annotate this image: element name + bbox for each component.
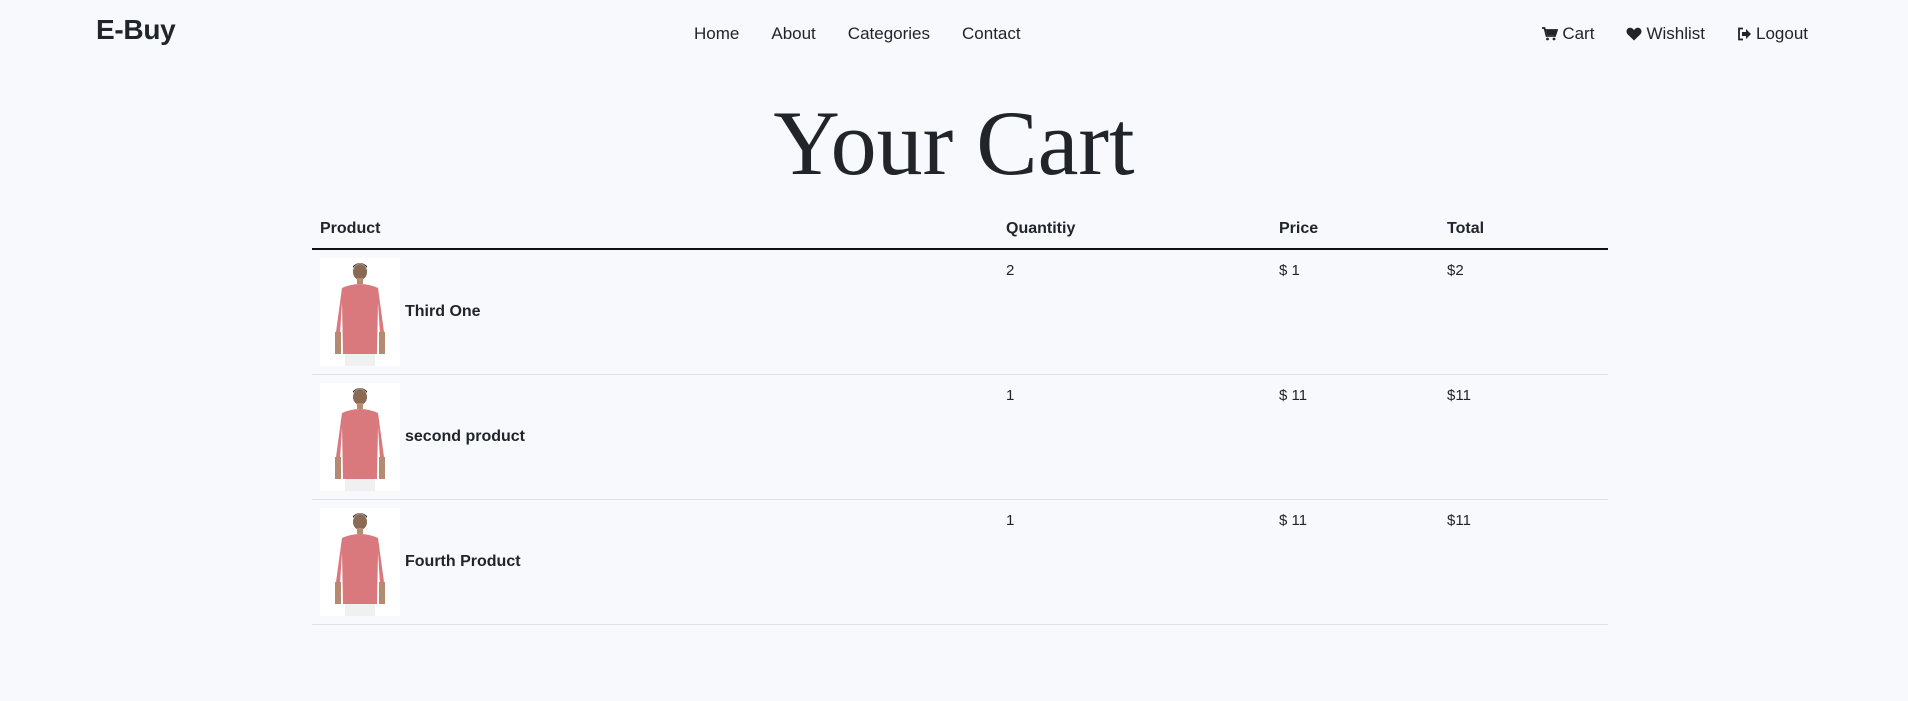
product-name: Third One (405, 303, 481, 320)
logout-label: Logout (1756, 24, 1808, 43)
logout-icon (1738, 27, 1751, 41)
product-image[interactable] (320, 258, 400, 366)
product-name: second product (405, 428, 526, 445)
navbar: E-Buy Home About Categories Contact Cart… (0, 0, 1908, 68)
table-row: second product 1 $ 11 $11 (312, 374, 1608, 500)
table-header-row: Product Quantitiy Price Total (312, 210, 1608, 250)
logout-link[interactable]: Logout (1737, 24, 1808, 44)
cart-link[interactable]: Cart (1542, 24, 1594, 44)
table-row: Fourth Product 1 $ 11 $11 (312, 499, 1608, 625)
wishlist-label: Wishlist (1646, 24, 1705, 43)
total-header: Total (1439, 210, 1608, 250)
nav-actions: Cart Wishlist Logout (1510, 24, 1808, 44)
quantity-cell: 1 (998, 499, 1271, 625)
quantity-header: Quantitiy (998, 210, 1271, 250)
product-name: Fourth Product (405, 553, 521, 570)
cart-icon (1542, 27, 1559, 41)
product-image[interactable] (320, 508, 400, 616)
product-image[interactable] (320, 383, 400, 491)
price-cell: $ 11 (1271, 499, 1439, 625)
cart-table: Product Quantitiy Price Total Third One … (312, 210, 1608, 625)
nav-menu: Home About Categories Contact (694, 24, 1053, 44)
product-cell: Third One (312, 249, 998, 375)
total-cell: $2 (1439, 249, 1608, 375)
quantity-cell: 2 (998, 249, 1271, 375)
page-title: Your Cart (773, 92, 1135, 194)
nav-categories-link[interactable]: Categories (848, 24, 930, 44)
nav-contact-link[interactable]: Contact (962, 24, 1021, 44)
total-cell: $11 (1439, 374, 1608, 500)
nav-about-link[interactable]: About (771, 24, 815, 44)
cart-label: Cart (1562, 24, 1595, 43)
table-row: Third One 2 $ 1 $2 (312, 249, 1608, 375)
wishlist-link[interactable]: Wishlist (1626, 24, 1705, 44)
brand-logo[interactable]: E-Buy (96, 14, 176, 46)
product-cell: second product (312, 374, 998, 500)
price-cell: $ 1 (1271, 249, 1439, 375)
heart-icon (1626, 27, 1642, 41)
nav-home-link[interactable]: Home (694, 24, 739, 44)
product-header: Product (312, 210, 998, 250)
price-cell: $ 11 (1271, 374, 1439, 500)
product-cell: Fourth Product (312, 499, 998, 625)
total-cell: $11 (1439, 499, 1608, 625)
quantity-cell: 1 (998, 374, 1271, 500)
price-header: Price (1271, 210, 1439, 250)
